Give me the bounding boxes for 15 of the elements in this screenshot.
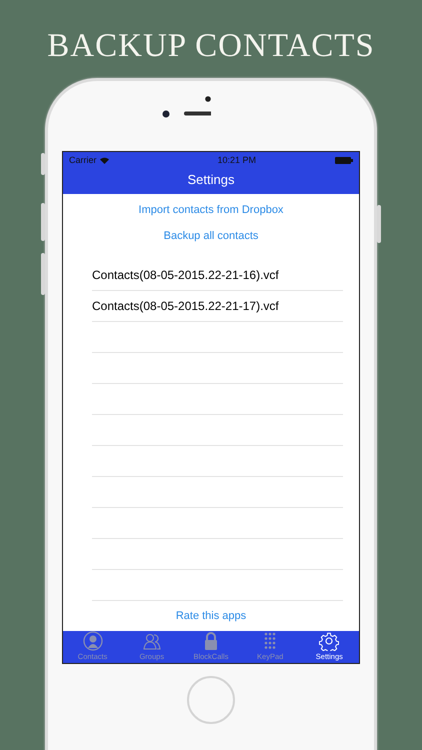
battery-icon (334, 156, 353, 164)
wifi-icon (100, 156, 109, 164)
file-name[interactable]: Contacts(08-05-2015.22-21-16).vcf (92, 268, 279, 282)
status-time: 10:21 PM (217, 155, 256, 166)
action-link[interactable]: Import contacts from Dropbox (138, 204, 284, 216)
file-name[interactable]: Contacts(08-05-2015.22-21-17).vcf (92, 298, 279, 313)
nav-title: Settings (188, 172, 234, 188)
rate-link[interactable]: Rate this apps (176, 610, 246, 622)
speaker-icon (161, 96, 211, 118)
home-button[interactable] (187, 676, 235, 724)
headline: BACKUP CONTACTS (47, 27, 375, 66)
person-icon (82, 630, 103, 651)
settings-icon (319, 630, 340, 651)
action-link[interactable]: Backup all contacts (164, 230, 258, 242)
carrier-label: Carrier (69, 155, 97, 166)
